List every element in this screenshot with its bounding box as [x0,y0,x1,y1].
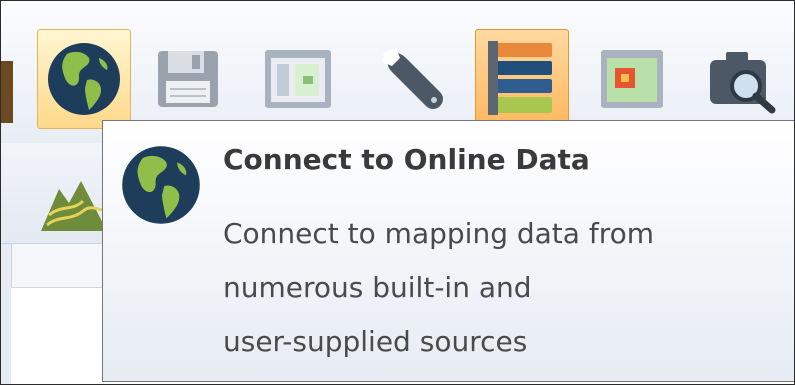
tooltip-description-line: Connect to mapping data from [223,217,654,250]
layer-stack-icon [488,41,552,115]
globe-icon [48,43,120,115]
camera-search-icon [710,52,776,114]
inspect-button[interactable] [696,29,790,129]
map-frame-button[interactable] [585,29,679,129]
partial-toolbar-icon[interactable] [1,61,13,123]
tooltip-globe-icon [122,146,200,224]
layout-panel-button[interactable] [251,29,345,129]
layout-panel-icon [265,50,331,108]
tooltip: Connect to Online Data Connect to mappin… [102,120,794,382]
tooltip-description-line: user-supplied sources [223,325,528,358]
save-button[interactable] [141,29,235,129]
wrench-icon [382,48,443,109]
connect-online-data-button[interactable] [37,29,131,129]
map-frame-icon [601,50,663,108]
tooltip-title: Connect to Online Data [223,143,590,176]
floppy-disk-icon [158,51,218,107]
tooltip-description-line: numerous built-in and [223,271,532,304]
application-window: Connect to Online Data Connect to mappin… [0,0,795,385]
settings-button[interactable] [366,29,460,129]
layers-button[interactable] [475,29,569,129]
terrain-icon[interactable] [39,173,109,233]
tooltip-description: Connect to mapping data from numerous bu… [223,207,783,369]
